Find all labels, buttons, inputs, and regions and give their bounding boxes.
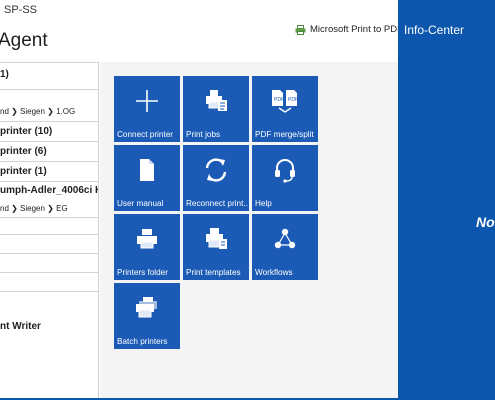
tree-divider bbox=[0, 181, 98, 182]
tree-item-path: nd ❯ Siegen ❯ 1.OG bbox=[0, 107, 76, 116]
pdf-merge-split-tile[interactable]: PDF PDF PDF merge/split bbox=[252, 76, 318, 142]
tile-label: Connect printer bbox=[117, 130, 173, 139]
print-templates-icon bbox=[183, 224, 249, 254]
printer-icon bbox=[295, 24, 306, 35]
tree-item[interactable]: printer (1) bbox=[0, 166, 98, 177]
printer-icon bbox=[114, 224, 180, 254]
print-jobs-icon bbox=[183, 86, 249, 116]
reconnect-printers-tile[interactable]: Reconnect print... bbox=[183, 145, 249, 211]
title-bar: SP-SS bbox=[0, 0, 398, 22]
tile-label: Reconnect print... bbox=[186, 199, 248, 208]
tree-item[interactable]: 1) bbox=[0, 69, 98, 80]
tile-label: Batch printers bbox=[117, 337, 168, 346]
headset-icon bbox=[252, 155, 318, 185]
tile-label: Print templates bbox=[186, 268, 241, 277]
tree-divider bbox=[0, 291, 98, 292]
svg-text:PDF: PDF bbox=[274, 97, 284, 103]
refresh-icon bbox=[183, 155, 249, 185]
print-templates-tile[interactable]: Print templates bbox=[183, 214, 249, 280]
default-printer-name: Microsoft Print to PDF bbox=[310, 24, 403, 35]
tree-item-path: nd ❯ Siegen ❯ EG bbox=[0, 204, 68, 213]
help-tile[interactable]: Help bbox=[252, 145, 318, 211]
info-center-title: Info-Center bbox=[404, 23, 465, 37]
tree-item[interactable]: umph-Adler_4006ci KX bbox=[0, 185, 98, 196]
svg-text:PDF: PDF bbox=[288, 97, 298, 103]
info-center-message: No bbox=[476, 214, 495, 230]
tree-item[interactable]: printer (10) bbox=[0, 126, 98, 137]
tile-label: PDF merge/split bbox=[255, 130, 314, 139]
batch-printer-icon bbox=[114, 293, 180, 323]
tree-divider bbox=[0, 217, 98, 218]
document-icon bbox=[114, 155, 180, 185]
connect-printer-tile[interactable]: Connect printer bbox=[114, 76, 180, 142]
page-title: Agent bbox=[0, 30, 48, 51]
info-center-panel: Info-Center No bbox=[398, 0, 495, 400]
tree-divider bbox=[0, 253, 98, 254]
tree-divider bbox=[0, 234, 98, 235]
tree-divider bbox=[0, 121, 98, 122]
workflows-tile[interactable]: Workflows bbox=[252, 214, 318, 280]
print-jobs-tile[interactable]: Print jobs bbox=[183, 76, 249, 142]
plus-icon bbox=[114, 86, 180, 116]
user-manual-tile[interactable]: User manual bbox=[114, 145, 180, 211]
batch-printers-tile[interactable]: Batch printers bbox=[114, 283, 180, 349]
tree-divider bbox=[0, 89, 98, 90]
tile-label: Workflows bbox=[255, 268, 293, 277]
tree-divider bbox=[0, 161, 98, 162]
tree-item[interactable]: printer (6) bbox=[0, 146, 98, 157]
tree-divider bbox=[0, 141, 98, 142]
pdf-merge-icon: PDF PDF bbox=[252, 86, 318, 116]
tile-label: User manual bbox=[117, 199, 164, 208]
tile-label: Print jobs bbox=[186, 130, 221, 139]
tile-label: Printers folder bbox=[117, 268, 168, 277]
printer-tree-panel: 1) nd ❯ Siegen ❯ 1.OG printer (10) print… bbox=[0, 62, 99, 400]
tree-item[interactable]: nt Writer bbox=[0, 321, 98, 332]
window-title: SP-SS bbox=[4, 4, 38, 16]
default-printer-indicator[interactable]: Microsoft Print to PDF bbox=[295, 24, 403, 35]
workflow-icon bbox=[252, 224, 318, 254]
printers-folder-tile[interactable]: Printers folder bbox=[114, 214, 180, 280]
tree-divider bbox=[0, 272, 98, 273]
tile-label: Help bbox=[255, 199, 272, 208]
